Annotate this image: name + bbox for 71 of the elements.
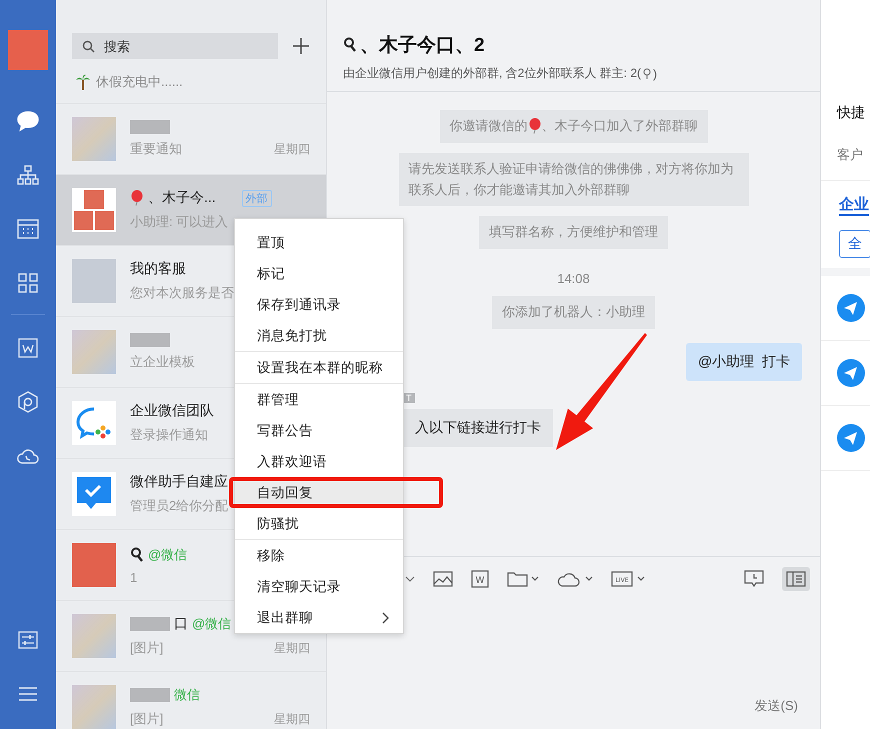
system-message-text: 、木子今口加入了外部群聊 <box>542 117 698 135</box>
message-preview: 重要通知 <box>130 140 182 158</box>
message-preview: 管理员2给你分配 <box>130 497 228 515</box>
apps-grid-icon[interactable] <box>17 272 39 294</box>
document-icon[interactable]: W <box>471 570 489 588</box>
panel-title: 快捷 <box>837 104 866 122</box>
panel-tab[interactable]: 企业 <box>839 195 869 216</box>
system-message: 你添加了机器人：小助理 <box>492 296 655 329</box>
calendar-icon[interactable] <box>16 218 40 240</box>
blurred-avatar <box>72 330 116 374</box>
search-icon <box>82 40 95 53</box>
blurred-avatar <box>72 117 116 161</box>
chat-title: 、木子今口、2 <box>360 34 485 58</box>
search-field[interactable]: 搜索 <box>72 33 278 59</box>
chat-name: 、木子今... <box>148 189 216 207</box>
send-button[interactable]: 发送(S) <box>754 697 798 715</box>
avatar-placeholder <box>72 543 116 587</box>
chat-name: 我的客服 <box>130 260 186 278</box>
chat-name: 口 <box>174 615 188 633</box>
chat-time: 星期四 <box>274 140 310 158</box>
image-icon[interactable] <box>433 571 453 587</box>
balloon-icon <box>528 118 542 134</box>
menu-item[interactable]: 设置我在本群的昵称 <box>235 352 403 383</box>
status-text: 休假充电中...... <box>96 73 183 91</box>
folder-icon[interactable] <box>507 571 539 587</box>
blurred-avatar <box>72 685 116 729</box>
hexagon-icon[interactable] <box>17 390 39 414</box>
message-preview: 您对本次服务是否 <box>130 284 234 302</box>
side-panel-toggle[interactable] <box>782 567 810 591</box>
group-avatar <box>72 188 116 232</box>
system-message: 填写群名称，方便维护和管理 <box>479 216 668 250</box>
bot-tag: T <box>403 392 414 403</box>
message-preview: 小助理: 可以进入 <box>130 213 228 231</box>
palm-tree-icon <box>76 74 90 90</box>
chat-subtitle: ) <box>653 66 658 80</box>
chat-name: 微伴助手自建应 <box>130 473 228 491</box>
message-preview: [图片] <box>130 639 164 657</box>
org-chart-icon[interactable] <box>16 164 40 186</box>
system-message-text: 你邀请微信的 <box>450 117 528 135</box>
wechat-label: @微信 <box>192 615 232 633</box>
wechat-label: @微信 <box>148 546 188 564</box>
message-preview: [图片] <box>130 710 164 728</box>
panel-subtitle: 客户 <box>837 146 864 164</box>
history-icon[interactable] <box>744 570 764 588</box>
system-message: 请先发送联系人验证申请给微信的佛佛佛，对方将你加为联系人后，你才能邀请其加入外部群聊 <box>398 152 748 206</box>
balloon-icon <box>130 190 144 206</box>
send-icon[interactable] <box>837 359 865 387</box>
caret-icon[interactable] <box>405 576 415 582</box>
timestamp: 14:08 <box>557 271 590 286</box>
send-icon[interactable] <box>837 424 865 452</box>
chat-time: 星期四 <box>274 640 310 656</box>
blurred-avatar <box>72 614 116 658</box>
check-bubble-logo-icon <box>72 472 116 516</box>
photo-placeholder <box>72 259 116 303</box>
settings-icon[interactable] <box>17 630 39 650</box>
message-preview: 1 <box>130 570 138 584</box>
chat-bubble-logo-icon <box>72 401 116 445</box>
wechat-label: 微信 <box>174 686 200 704</box>
message-preview: 立企业模板 <box>130 353 195 371</box>
menu-icon[interactable] <box>17 685 39 703</box>
add-button[interactable] <box>292 37 310 55</box>
send-icon[interactable] <box>837 294 865 322</box>
document-icon[interactable] <box>17 337 39 359</box>
chat-subtitle: 由企业微信用户创建的外部群, 含2位外部联系人 群主: 2( <box>343 65 642 82</box>
chat-icon[interactable] <box>16 110 40 132</box>
external-tag: 外部 <box>242 190 272 206</box>
chat-time: 星期四 <box>274 710 310 728</box>
filter-button[interactable]: 全 <box>839 230 870 258</box>
outgoing-message: @小助理 打卡 <box>686 342 802 381</box>
message-preview: 登录操作通知 <box>130 426 208 444</box>
chat-name: 企业微信团队 <box>130 402 214 420</box>
